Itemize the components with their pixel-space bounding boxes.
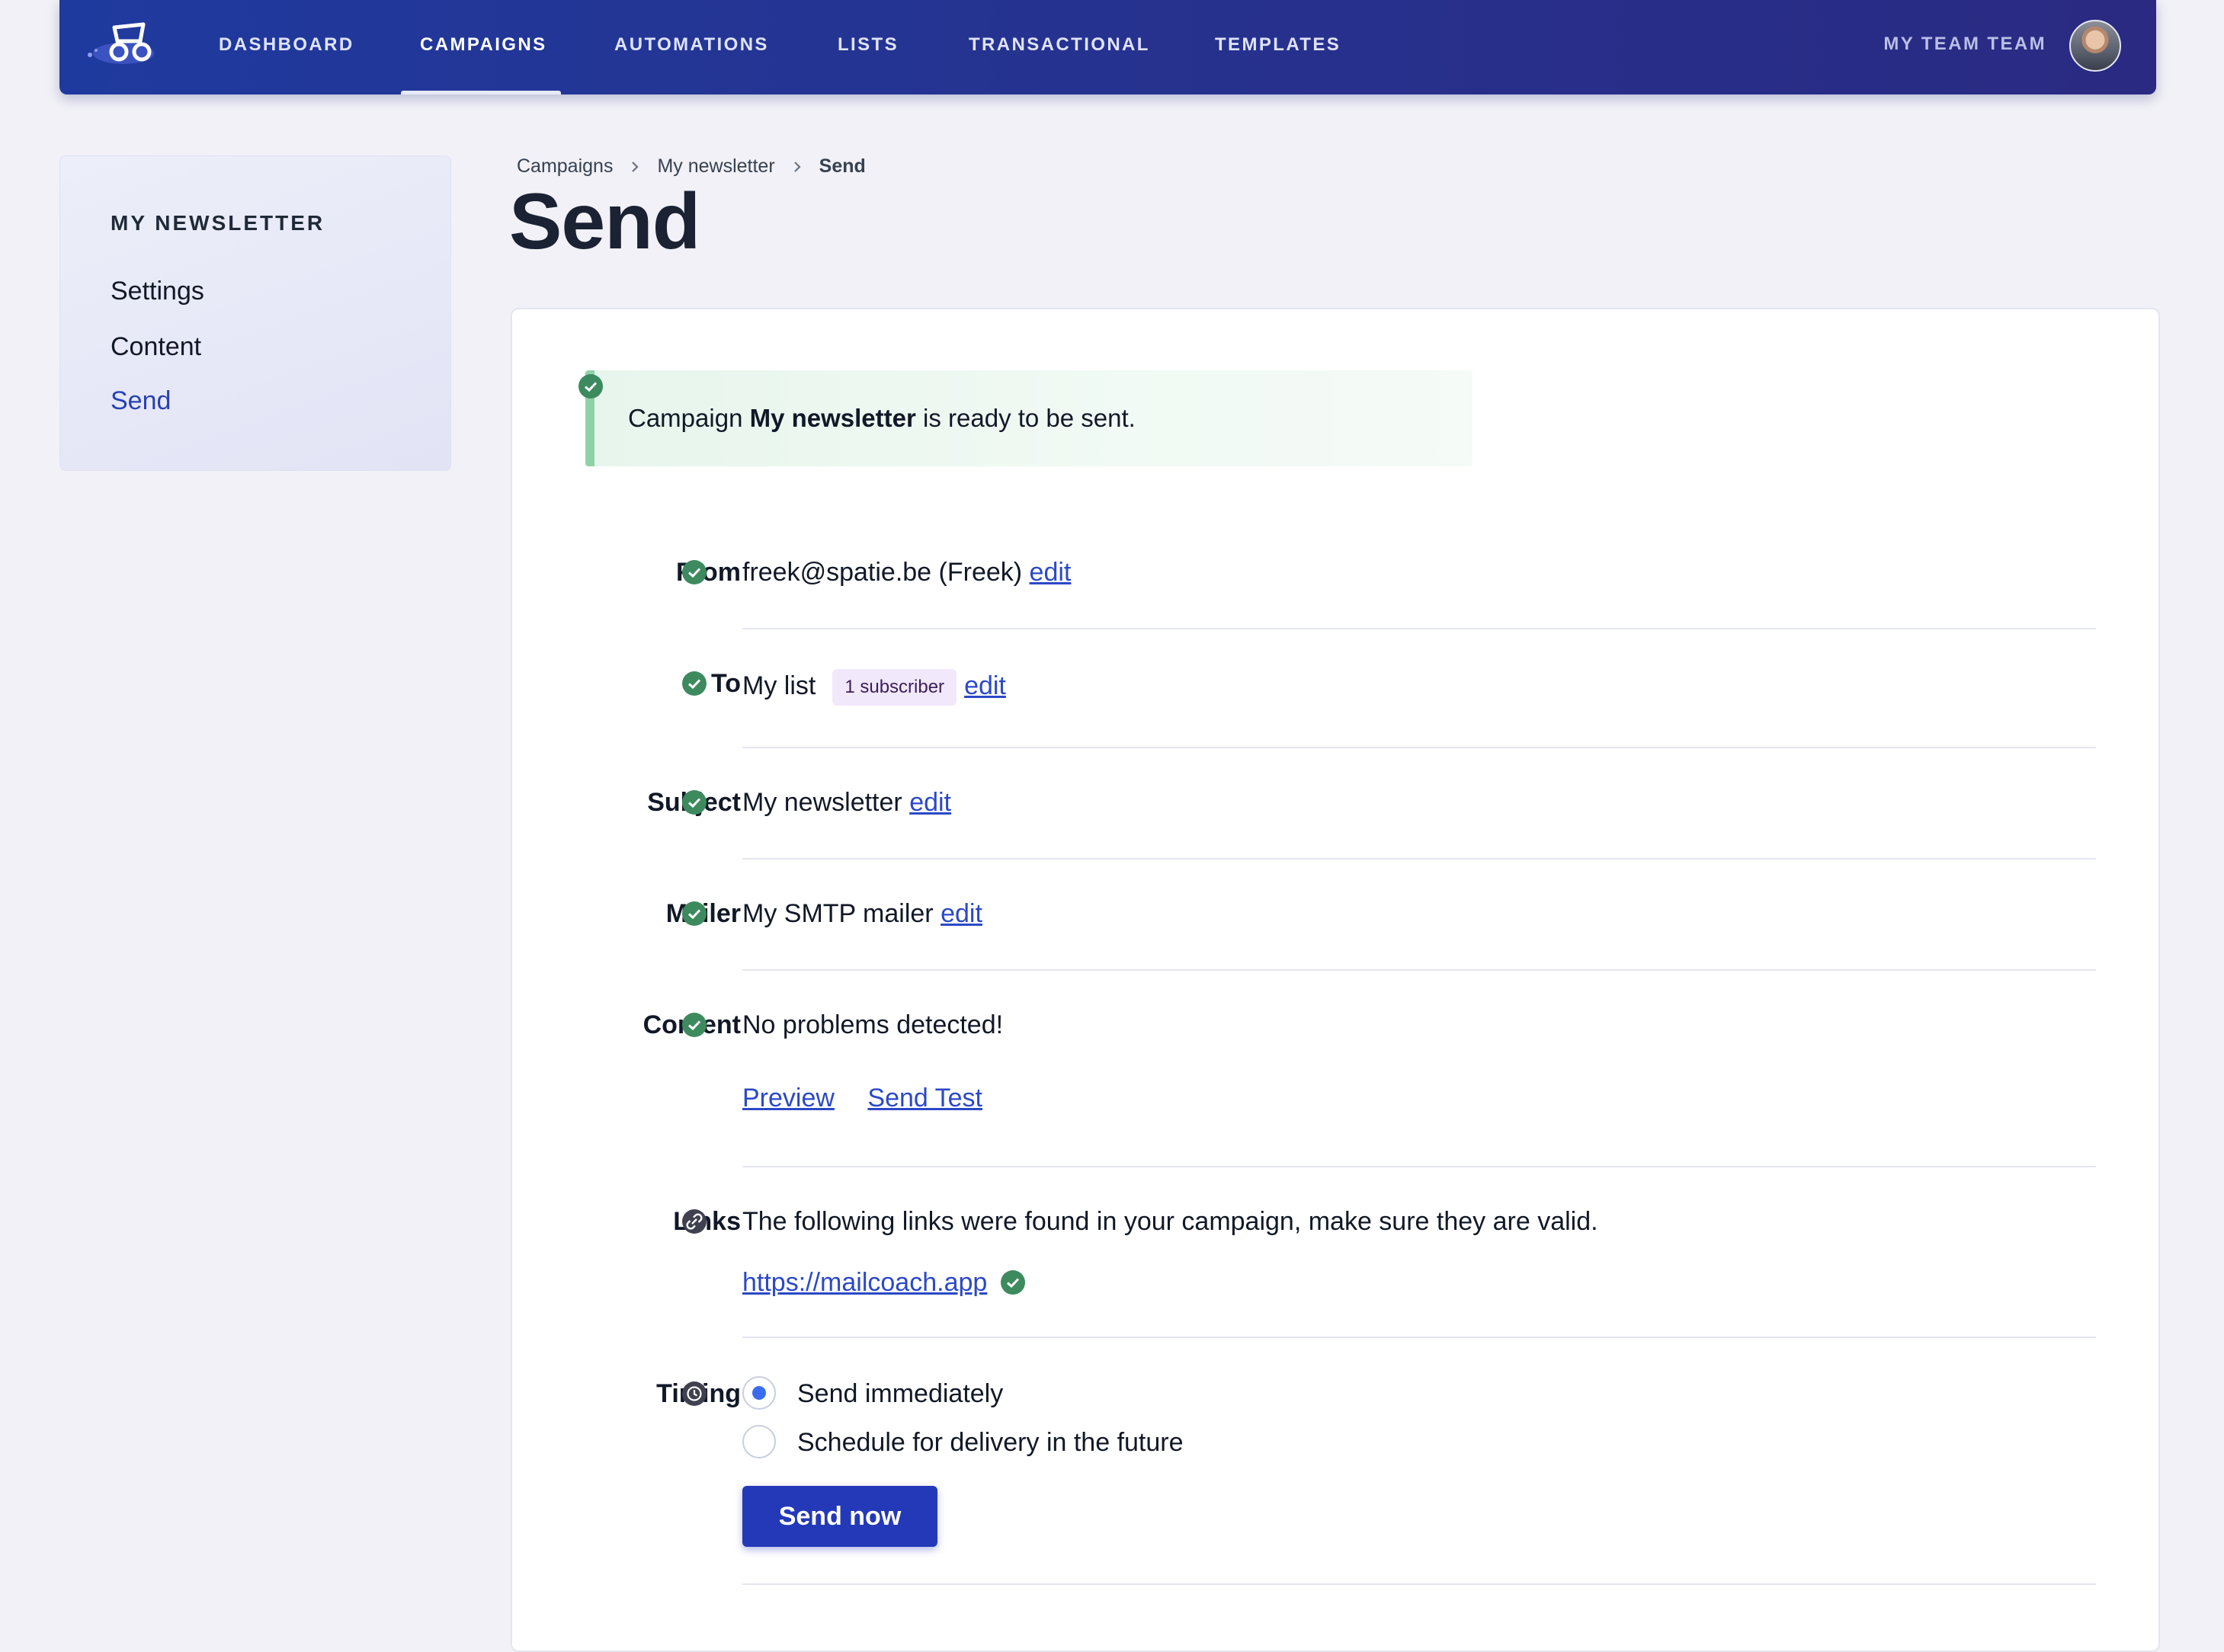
nav-automations[interactable]: AUTOMATIONS xyxy=(614,0,769,94)
campaign-sidebar: MY NEWSLETTER Settings Content Send xyxy=(59,155,451,471)
nav-lists[interactable]: LISTS xyxy=(838,0,899,94)
schedule-label[interactable]: Schedule for delivery in the future xyxy=(797,1428,1184,1458)
sidebar-item-content[interactable]: Content xyxy=(111,332,201,362)
preview-link[interactable]: Preview xyxy=(742,1084,835,1113)
edit-from-link[interactable]: edit xyxy=(1030,558,1072,587)
check-circle-icon xyxy=(578,374,603,399)
edit-to-link[interactable]: edit xyxy=(964,671,1006,700)
breadcrumb-campaigns[interactable]: Campaigns xyxy=(517,155,613,178)
sidebar-title: MY NEWSLETTER xyxy=(111,211,325,235)
to-value: My list 1 subscriber edit xyxy=(742,669,1006,706)
chevron-right-icon xyxy=(793,161,801,172)
check-circle-icon xyxy=(682,671,707,696)
sidebar-item-send[interactable]: Send xyxy=(111,386,171,416)
team-switcher[interactable]: MY TEAM TEAM xyxy=(1883,0,2046,88)
check-circle-icon xyxy=(682,1013,707,1037)
divider xyxy=(742,969,2096,971)
avatar[interactable] xyxy=(2069,20,2121,72)
found-link-row: https://mailcoach.app xyxy=(742,1268,987,1298)
subject-text: My newsletter xyxy=(742,788,902,817)
mailcoach-logo-icon[interactable] xyxy=(84,20,157,69)
list-name: My list xyxy=(742,671,816,700)
divider xyxy=(742,747,2096,748)
alert-suffix: is ready to be sent. xyxy=(923,404,1136,432)
send-test-link[interactable]: Send Test xyxy=(867,1084,982,1113)
subscriber-count-badge: 1 subscriber xyxy=(832,669,957,706)
content-status: No problems detected! xyxy=(742,1010,1004,1039)
divider xyxy=(742,1166,2096,1167)
nav-templates[interactable]: TEMPLATES xyxy=(1215,0,1341,94)
links-description: The following links were found in your c… xyxy=(742,1207,1598,1236)
page-title: Send xyxy=(509,178,700,266)
subject-value: My newsletter edit xyxy=(742,788,951,818)
nav-campaigns[interactable]: CAMPAIGNS xyxy=(420,0,547,94)
content-actions: Preview Send Test xyxy=(742,1084,982,1113)
top-navigation: DASHBOARD CAMPAIGNS AUTOMATIONS LISTS TR… xyxy=(59,0,2156,94)
nav-transactional[interactable]: TRANSACTIONAL xyxy=(969,0,1150,94)
edit-mailer-link[interactable]: edit xyxy=(941,899,982,928)
send-now-button[interactable]: Send now xyxy=(742,1486,937,1547)
nav-dashboard[interactable]: DASHBOARD xyxy=(219,0,354,94)
divider xyxy=(742,1583,2096,1585)
sidebar-item-settings[interactable]: Settings xyxy=(111,277,204,306)
link-icon xyxy=(682,1209,707,1234)
check-circle-icon xyxy=(682,901,707,926)
divider xyxy=(742,1337,2096,1338)
schedule-radio[interactable] xyxy=(742,1425,776,1458)
check-circle-icon xyxy=(1001,1270,1025,1295)
breadcrumb-current: Send xyxy=(819,155,866,177)
check-circle-icon xyxy=(682,790,707,815)
send-immediately-radio[interactable] xyxy=(742,1376,776,1410)
alert-campaign-name: My newsletter xyxy=(749,404,916,432)
alert-prefix: Campaign xyxy=(628,404,743,432)
from-address: freek@spatie.be (Freek) xyxy=(742,558,1023,587)
divider xyxy=(742,858,2096,860)
divider xyxy=(742,628,2096,629)
mailer-name: My SMTP mailer xyxy=(742,899,934,928)
breadcrumb-my-newsletter[interactable]: My newsletter xyxy=(657,155,774,178)
check-circle-icon xyxy=(682,560,707,584)
from-value: freek@spatie.be (Freek) edit xyxy=(742,558,1071,587)
mailer-value: My SMTP mailer edit xyxy=(742,899,982,929)
clock-icon xyxy=(682,1381,707,1406)
found-link-url[interactable]: https://mailcoach.app xyxy=(742,1268,987,1297)
alert-message: Campaign My newsletter is ready to be se… xyxy=(628,370,1136,466)
ready-alert: Campaign My newsletter is ready to be se… xyxy=(585,370,1473,466)
edit-subject-link[interactable]: edit xyxy=(909,788,951,817)
active-nav-indicator xyxy=(401,91,561,94)
send-summary-card: Campaign My newsletter is ready to be se… xyxy=(511,308,2160,1652)
chevron-right-icon xyxy=(632,161,639,172)
breadcrumb: Campaigns My newsletter Send xyxy=(517,155,866,178)
send-immediately-label[interactable]: Send immediately xyxy=(797,1379,1003,1409)
